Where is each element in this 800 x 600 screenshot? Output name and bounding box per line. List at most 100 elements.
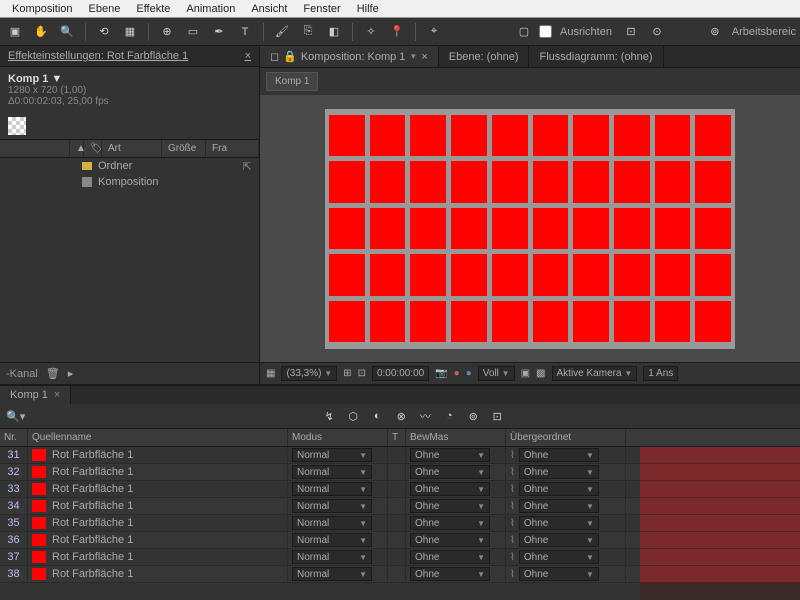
menu-animation[interactable]: Animation bbox=[178, 3, 243, 15]
selection-tool-icon[interactable]: ▣ bbox=[4, 21, 26, 43]
zoom-tool-icon[interactable]: 🔍 bbox=[56, 21, 78, 43]
trackmatte-toggle[interactable] bbox=[388, 498, 406, 514]
col-mode[interactable]: Modus bbox=[288, 429, 388, 446]
trackmatte-toggle[interactable] bbox=[388, 447, 406, 463]
res-icon[interactable]: ⊞ bbox=[343, 368, 351, 379]
pickwhip-icon[interactable]: ⌇ bbox=[510, 450, 515, 461]
layer-bar[interactable] bbox=[640, 515, 800, 532]
blend-mode-dropdown[interactable]: Normal▼ bbox=[292, 567, 372, 581]
rotate-tool-icon[interactable]: ⟲ bbox=[93, 21, 115, 43]
parent-dropdown[interactable]: Ohne▼ bbox=[519, 567, 599, 581]
transparency-grid-icon[interactable]: ▣ bbox=[521, 368, 530, 379]
trackmatte-dropdown[interactable]: Ohne▼ bbox=[410, 499, 490, 513]
motion-blur-icon[interactable]: ◐ bbox=[369, 408, 385, 424]
col-nr[interactable]: Nr. bbox=[0, 429, 28, 446]
res2-icon[interactable]: ⊡ bbox=[358, 368, 366, 379]
blend-mode-dropdown[interactable]: Normal▼ bbox=[292, 516, 372, 530]
trackmatte-dropdown[interactable]: Ohne▼ bbox=[410, 465, 490, 479]
pickwhip-icon[interactable]: ⌇ bbox=[510, 535, 515, 546]
parent-dropdown[interactable]: Ohne▼ bbox=[519, 550, 599, 564]
close-icon[interactable]: × bbox=[421, 51, 427, 63]
layer-name-cell[interactable]: Rot Farbfläche 1 bbox=[28, 532, 288, 548]
camera-tool-icon[interactable]: ▦ bbox=[119, 21, 141, 43]
layer-name-cell[interactable]: Rot Farbfläche 1 bbox=[28, 515, 288, 531]
rect-tool-icon[interactable]: ▭ bbox=[182, 21, 204, 43]
menu-hilfe[interactable]: Hilfe bbox=[349, 3, 387, 15]
snapshot-icon[interactable]: 📷 bbox=[435, 368, 447, 379]
trackmatte-toggle[interactable] bbox=[388, 532, 406, 548]
blend-mode-dropdown[interactable]: Normal▼ bbox=[292, 448, 372, 462]
pickwhip-icon[interactable]: ⌇ bbox=[510, 467, 515, 478]
roto-tool-icon[interactable]: ✧ bbox=[360, 21, 382, 43]
workspace-label[interactable]: Arbeitsbereic bbox=[732, 26, 796, 38]
trackmatte-dropdown[interactable]: Ohne▼ bbox=[410, 533, 490, 547]
lock-icon[interactable]: ◻ bbox=[270, 50, 279, 63]
trackmatte-toggle[interactable] bbox=[388, 515, 406, 531]
text-tool-icon[interactable]: T bbox=[234, 21, 256, 43]
snap-opts2-icon[interactable]: ⊙ bbox=[646, 21, 668, 43]
col-parent[interactable]: Übergeordnet bbox=[506, 429, 626, 446]
brain-icon[interactable]: ⊗ bbox=[393, 408, 409, 424]
layer-bar[interactable] bbox=[640, 464, 800, 481]
parent-dropdown[interactable]: Ohne▼ bbox=[519, 533, 599, 547]
shy-icon[interactable]: ↯ bbox=[321, 408, 337, 424]
layer-name-cell[interactable]: Rot Farbfläche 1 bbox=[28, 464, 288, 480]
menu-effekte[interactable]: Effekte bbox=[128, 3, 178, 15]
pickwhip-icon[interactable]: ⌇ bbox=[510, 484, 515, 495]
layer-bar[interactable] bbox=[640, 481, 800, 498]
stamp-tool-icon[interactable]: ⎘ bbox=[297, 21, 319, 43]
layer-bar[interactable] bbox=[640, 549, 800, 566]
channel2-icon[interactable]: ● bbox=[466, 368, 472, 379]
channel-icon[interactable]: ● bbox=[454, 368, 460, 379]
pickwhip-icon[interactable]: ⌇ bbox=[510, 569, 515, 580]
layer-name-cell[interactable]: Rot Farbfläche 1 bbox=[28, 447, 288, 463]
layer-name-cell[interactable]: Rot Farbfläche 1 bbox=[28, 566, 288, 582]
menu-fenster[interactable]: Fenster bbox=[295, 3, 348, 15]
parent-dropdown[interactable]: Ohne▼ bbox=[519, 482, 599, 496]
trackmatte-dropdown[interactable]: Ohne▼ bbox=[410, 516, 490, 530]
blend-mode-dropdown[interactable]: Normal▼ bbox=[292, 550, 372, 564]
pin-icon[interactable]: 🔒 bbox=[283, 50, 297, 63]
views-dropdown[interactable]: 1 Ans bbox=[643, 366, 678, 381]
trackmatte-dropdown[interactable]: Ohne▼ bbox=[410, 482, 490, 496]
composition-viewer[interactable] bbox=[260, 95, 800, 362]
breadcrumb[interactable]: Komp 1 bbox=[266, 72, 318, 91]
col-name[interactable]: Quellenname bbox=[28, 429, 288, 446]
sort-arrow-icon[interactable]: ▲ bbox=[70, 140, 84, 157]
size-column[interactable]: Größe bbox=[162, 140, 206, 157]
hand-tool-icon[interactable]: ✋ bbox=[30, 21, 52, 43]
menu-komposition[interactable]: Komposition bbox=[4, 3, 81, 15]
pin-tool-icon[interactable]: 📍 bbox=[386, 21, 408, 43]
draft3d-icon[interactable]: ◔ bbox=[441, 408, 457, 424]
snap-icon[interactable]: ▢ bbox=[513, 21, 535, 43]
blend-mode-dropdown[interactable]: Normal▼ bbox=[292, 465, 372, 479]
eraser-tool-icon[interactable]: ◧ bbox=[323, 21, 345, 43]
layer-bar[interactable] bbox=[640, 566, 800, 583]
framerate-column[interactable]: Fra bbox=[206, 140, 259, 157]
layer-bar[interactable] bbox=[640, 498, 800, 515]
snap-opts-icon[interactable]: ⊡ bbox=[620, 21, 642, 43]
trackmatte-toggle[interactable] bbox=[388, 464, 406, 480]
parent-dropdown[interactable]: Ohne▼ bbox=[519, 499, 599, 513]
tab-flowchart[interactable]: Flussdiagramm: (ohne) bbox=[529, 46, 663, 67]
trackmatte-dropdown[interactable]: Ohne▼ bbox=[410, 550, 490, 564]
axis-tool-icon[interactable]: ⌖ bbox=[423, 21, 445, 43]
brush-tool-icon[interactable]: 🖌 bbox=[271, 21, 293, 43]
effects-panel-tab[interactable]: Effekteinstellungen: Rot Farbfläche 1 × bbox=[0, 46, 259, 67]
time-display[interactable]: 0:00:00:00 bbox=[372, 366, 429, 381]
zoom-dropdown[interactable]: (33,3%) ▼ bbox=[281, 366, 337, 381]
blend-mode-dropdown[interactable]: Normal▼ bbox=[292, 482, 372, 496]
parent-dropdown[interactable]: Ohne▼ bbox=[519, 516, 599, 530]
search-help-icon[interactable]: ⊚ bbox=[704, 21, 726, 43]
search-icon[interactable]: 🔍▾ bbox=[6, 410, 25, 423]
layer-name-cell[interactable]: Rot Farbfläche 1 bbox=[28, 498, 288, 514]
col-trackmatte[interactable]: BewMas bbox=[406, 429, 506, 446]
hierarchy-icon[interactable]: ⇱ bbox=[241, 160, 253, 172]
close-icon[interactable]: × bbox=[245, 50, 251, 62]
close-icon[interactable]: × bbox=[54, 389, 60, 401]
camera-dropdown[interactable]: Aktive Kamera ▼ bbox=[552, 366, 638, 381]
tag-column-icon[interactable]: 🏷 bbox=[84, 140, 102, 157]
project-item-comp[interactable]: Komposition bbox=[0, 174, 259, 190]
pickwhip-icon[interactable]: ⌇ bbox=[510, 552, 515, 563]
layer-bar[interactable] bbox=[640, 447, 800, 464]
